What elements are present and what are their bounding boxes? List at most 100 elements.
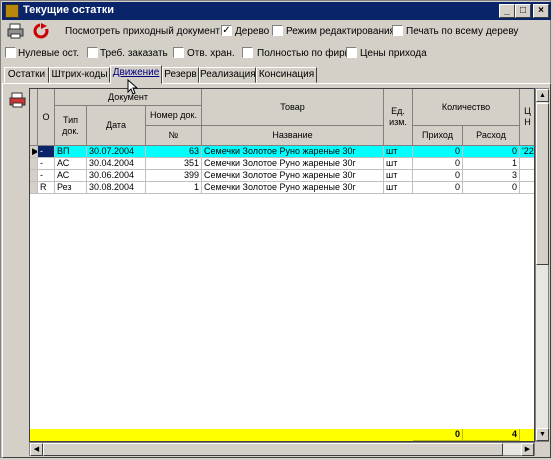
cell-name[interactable]: Семечки Золотое Руно жареные 30г bbox=[202, 170, 384, 182]
cell-date[interactable]: 30.08.2004 bbox=[87, 182, 146, 194]
tree-checkbox[interactable]: ✓ bbox=[221, 25, 232, 36]
full-firm-checkbox[interactable] bbox=[242, 47, 253, 58]
quantity-group-header: Количество bbox=[413, 89, 520, 126]
tab-barcodes[interactable]: Штрих-коды bbox=[49, 67, 110, 83]
cell-doc-no[interactable]: 63 bbox=[146, 146, 202, 158]
cell-price[interactable] bbox=[520, 170, 534, 182]
table-row[interactable]: ▶ - ВП 30.07.2004 63 Семечки Золотое Рун… bbox=[30, 146, 534, 158]
col-income-header[interactable]: Приход bbox=[413, 126, 463, 146]
print-tree-label: Печать по всему дереву bbox=[406, 26, 519, 37]
zero-balance-checkbox[interactable] bbox=[5, 47, 16, 58]
app-icon bbox=[5, 4, 19, 18]
total-expense: 4 bbox=[463, 429, 520, 441]
vertical-scroll-thumb[interactable] bbox=[536, 103, 549, 265]
resp-storage-checkbox[interactable] bbox=[173, 47, 184, 58]
horizontal-scroll-thumb[interactable] bbox=[43, 443, 503, 456]
table-row[interactable]: R Рез 30.08.2004 1 Семечки Золотое Руно … bbox=[30, 182, 534, 194]
cell-unit[interactable]: шт bbox=[384, 170, 413, 182]
cell-expense[interactable]: 3 bbox=[463, 170, 520, 182]
cell-doc-type[interactable]: Рез bbox=[55, 182, 87, 194]
refresh-icon[interactable] bbox=[32, 22, 50, 40]
order-label: Треб. заказать bbox=[100, 48, 168, 59]
main-window: Текущие остатки _ □ × Посмотреть приходн… bbox=[0, 0, 551, 458]
tab-consignment[interactable]: Консинация bbox=[256, 67, 317, 83]
cell-doc-type[interactable]: АС bbox=[55, 158, 87, 170]
cell-price[interactable]: '222 bbox=[520, 146, 534, 158]
cell-doc-no[interactable]: 351 bbox=[146, 158, 202, 170]
col-doc-no-header[interactable]: Номер док. bbox=[146, 106, 202, 126]
cell-expense[interactable]: 1 bbox=[463, 158, 520, 170]
edit-mode-checkbox[interactable] bbox=[272, 25, 283, 36]
cell-price[interactable] bbox=[520, 182, 534, 194]
zero-balance-label: Нулевые ост. bbox=[18, 48, 80, 59]
scroll-down-icon[interactable]: ▼ bbox=[536, 428, 549, 441]
maximize-button[interactable]: □ bbox=[515, 4, 531, 18]
horizontal-scrollbar[interactable]: ◀ ▶ bbox=[29, 442, 535, 456]
cell-doc-no[interactable]: 1 bbox=[146, 182, 202, 194]
col-doc-type-header[interactable]: Тип док. bbox=[55, 106, 87, 146]
income-prices-checkbox[interactable] bbox=[346, 47, 357, 58]
window-title: Текущие остатки bbox=[23, 4, 114, 16]
cell-doc-type[interactable]: АС bbox=[55, 170, 87, 182]
row-marker-icon: ▶ bbox=[30, 146, 38, 158]
tab-reserve[interactable]: Резерв bbox=[162, 67, 199, 83]
cell-name[interactable]: Семечки Золотое Руно жареные 30г bbox=[202, 158, 384, 170]
col-no-sign-header: № bbox=[146, 126, 202, 146]
col-expense-header[interactable]: Расход bbox=[463, 126, 520, 146]
row-indicator-header bbox=[30, 89, 38, 146]
print-tree-checkbox[interactable] bbox=[392, 25, 403, 36]
cell-o[interactable]: - bbox=[38, 158, 55, 170]
cell-income[interactable]: 0 bbox=[413, 158, 463, 170]
cell-expense[interactable]: 0 bbox=[463, 146, 520, 158]
cell-unit[interactable]: шт bbox=[384, 182, 413, 194]
col-o-header[interactable]: О bbox=[38, 89, 55, 146]
cell-income[interactable]: 0 bbox=[413, 182, 463, 194]
cell-date[interactable]: 30.07.2004 bbox=[87, 146, 146, 158]
cell-date[interactable]: 30.06.2004 bbox=[87, 170, 146, 182]
tab-balances[interactable]: Остатки bbox=[4, 67, 49, 83]
vertical-scrollbar[interactable]: ▲ ▼ bbox=[535, 88, 549, 442]
col-price-header[interactable]: Ц Н bbox=[520, 89, 534, 146]
col-unit-header[interactable]: Ед. изм. bbox=[384, 89, 413, 146]
cell-o[interactable]: R bbox=[38, 182, 55, 194]
resp-storage-label: Отв. хран. bbox=[187, 48, 235, 59]
view-doc-link[interactable]: Посмотреть приходный документ bbox=[65, 26, 220, 37]
row-marker-icon bbox=[30, 170, 38, 182]
cell-date[interactable]: 30.04.2004 bbox=[87, 158, 146, 170]
cell-expense[interactable]: 0 bbox=[463, 182, 520, 194]
title-bar: Текущие остатки _ □ × bbox=[2, 2, 551, 20]
scroll-left-icon[interactable]: ◀ bbox=[30, 443, 43, 456]
cell-o[interactable]: - bbox=[38, 170, 55, 182]
totals-row: 0 4 bbox=[30, 429, 534, 441]
edit-mode-label: Режим редактирования bbox=[286, 26, 395, 37]
scroll-right-icon[interactable]: ▶ bbox=[521, 443, 534, 456]
cell-doc-no[interactable]: 399 bbox=[146, 170, 202, 182]
goods-group-header: Товар bbox=[202, 89, 384, 126]
tab-sales[interactable]: Реализация bbox=[199, 67, 256, 83]
cell-unit[interactable]: шт bbox=[384, 158, 413, 170]
cell-o[interactable]: - bbox=[38, 146, 55, 158]
movement-grid: О Документ Тип док. Дата Номер док. № То… bbox=[29, 88, 535, 442]
cell-income[interactable]: 0 bbox=[413, 146, 463, 158]
total-income: 0 bbox=[413, 429, 463, 441]
cell-unit[interactable]: шт bbox=[384, 146, 413, 158]
income-prices-label: Цены прихода bbox=[360, 48, 427, 59]
minimize-button[interactable]: _ bbox=[499, 4, 515, 18]
tree-label: Дерево bbox=[235, 26, 270, 37]
col-date-header[interactable]: Дата bbox=[87, 106, 146, 146]
col-name-header[interactable]: Название bbox=[202, 126, 384, 146]
row-marker-icon bbox=[30, 158, 38, 170]
cell-price[interactable] bbox=[520, 158, 534, 170]
cell-doc-type[interactable]: ВП bbox=[55, 146, 87, 158]
print-grid-icon[interactable] bbox=[9, 91, 27, 109]
scroll-up-icon[interactable]: ▲ bbox=[536, 89, 549, 102]
order-checkbox[interactable] bbox=[87, 47, 98, 58]
full-firm-label: Полностью по фирме bbox=[257, 48, 358, 59]
table-row[interactable]: - АС 30.04.2004 351 Семечки Золотое Руно… bbox=[30, 158, 534, 170]
close-button[interactable]: × bbox=[533, 4, 549, 18]
printer-icon[interactable] bbox=[7, 22, 25, 40]
table-row[interactable]: - АС 30.06.2004 399 Семечки Золотое Руно… bbox=[30, 170, 534, 182]
cell-name[interactable]: Семечки Золотое Руно жареные 30г bbox=[202, 182, 384, 194]
cell-income[interactable]: 0 bbox=[413, 170, 463, 182]
cell-name[interactable]: Семечки Золотое Руно жареные 30г bbox=[202, 146, 384, 158]
